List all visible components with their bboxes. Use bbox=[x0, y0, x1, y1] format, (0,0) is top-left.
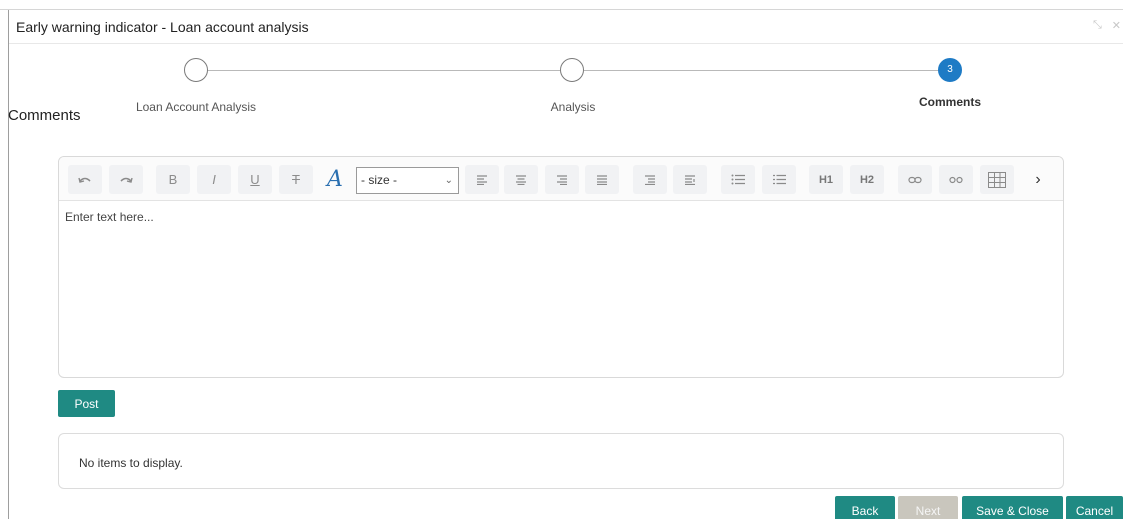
chevron-right-icon[interactable]: › bbox=[1021, 165, 1055, 194]
post-button[interactable]: Post bbox=[58, 390, 115, 417]
window-title: Early warning indicator - Loan account a… bbox=[16, 19, 309, 35]
cancel-button[interactable]: Cancel bbox=[1066, 496, 1123, 519]
redo-icon[interactable] bbox=[109, 165, 143, 194]
step-connector bbox=[207, 70, 560, 71]
underline-button[interactable]: U bbox=[238, 165, 272, 194]
step-1-label[interactable]: Loan Account Analysis bbox=[136, 100, 256, 114]
numbered-list-icon[interactable] bbox=[762, 165, 796, 194]
rich-text-editor[interactable]: B I U T A - size - ⌄ H1 H2 › Enter text … bbox=[58, 156, 1064, 378]
step-2-circle[interactable] bbox=[560, 58, 584, 82]
save-close-button[interactable]: Save & Close bbox=[962, 496, 1063, 519]
top-bar bbox=[0, 0, 1123, 10]
align-center-icon[interactable] bbox=[504, 165, 538, 194]
bullet-list-icon[interactable] bbox=[721, 165, 755, 194]
window-controls: ⤡ ✕ bbox=[1093, 19, 1121, 32]
heading-2-button[interactable]: H2 bbox=[850, 165, 884, 194]
editor-text-area[interactable]: Enter text here... bbox=[65, 210, 154, 224]
minimize-icon[interactable]: ⤡ bbox=[1093, 19, 1102, 32]
stepper: 3 Loan Account Analysis Analysis Comment… bbox=[9, 45, 1123, 115]
step-3-circle[interactable]: 3 bbox=[938, 58, 962, 82]
align-right-icon[interactable] bbox=[545, 165, 579, 194]
step-2-label[interactable]: Analysis bbox=[551, 100, 596, 114]
chevron-down-icon: ⌄ bbox=[444, 175, 453, 186]
font-size-select[interactable]: - size - ⌄ bbox=[356, 167, 459, 194]
next-button[interactable]: Next bbox=[898, 496, 958, 519]
editor-toolbar: B I U T A - size - ⌄ H1 H2 › bbox=[59, 157, 1063, 201]
font-size-value: - size - bbox=[361, 173, 397, 187]
heading-1-button[interactable]: H1 bbox=[809, 165, 843, 194]
align-justify-icon[interactable] bbox=[585, 165, 619, 194]
link-icon[interactable] bbox=[898, 165, 932, 194]
align-left-icon[interactable] bbox=[465, 165, 499, 194]
step-1-circle[interactable] bbox=[184, 58, 208, 82]
close-icon[interactable]: ✕ bbox=[1112, 19, 1121, 32]
undo-icon[interactable] bbox=[68, 165, 102, 194]
indent-icon[interactable] bbox=[673, 165, 707, 194]
step-3-label[interactable]: Comments bbox=[919, 95, 981, 109]
font-color-button[interactable]: A bbox=[318, 165, 352, 194]
back-button[interactable]: Back bbox=[835, 496, 895, 519]
unlink-icon[interactable] bbox=[939, 165, 973, 194]
outdent-icon[interactable] bbox=[633, 165, 667, 194]
strikethrough-button[interactable]: T bbox=[279, 165, 313, 194]
table-icon[interactable] bbox=[980, 165, 1014, 194]
empty-list-message: No items to display. bbox=[79, 456, 183, 470]
italic-button[interactable]: I bbox=[197, 165, 231, 194]
bold-button[interactable]: B bbox=[156, 165, 190, 194]
title-bar: Early warning indicator - Loan account a… bbox=[9, 11, 1123, 44]
dialog-window: Early warning indicator - Loan account a… bbox=[8, 11, 1123, 519]
step-connector bbox=[584, 70, 939, 71]
comments-list: No items to display. bbox=[58, 433, 1064, 489]
section-title: Comments bbox=[8, 107, 81, 124]
